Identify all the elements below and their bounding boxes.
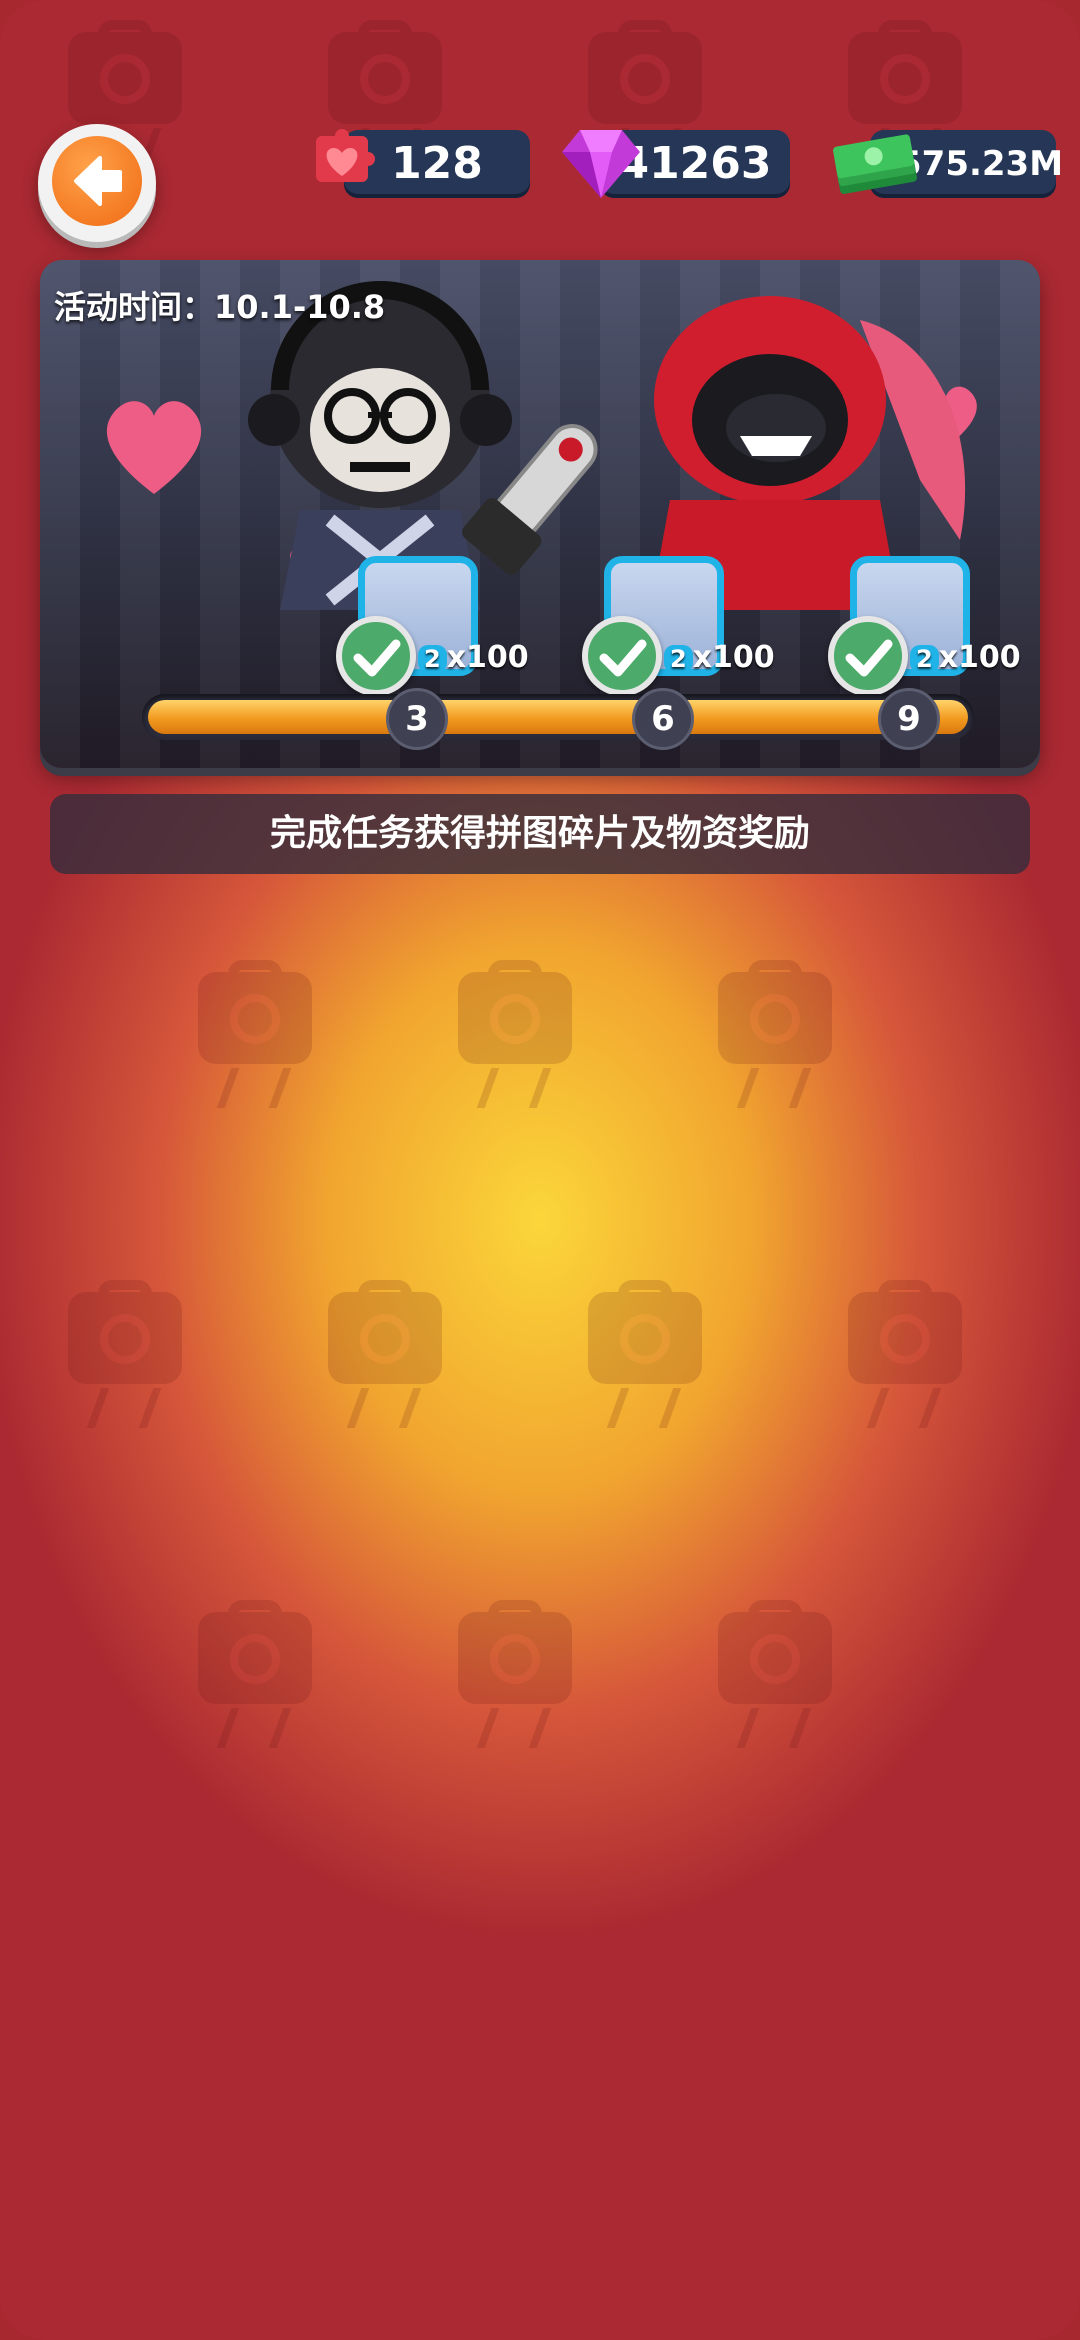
event-banner: 活动时间：10.1-10.8 2 x100 2 x100 2 x100 3 6 … [40,260,1040,768]
lunchbox-pattern-icon [450,960,580,1120]
progress-fill [148,700,968,734]
reward-quantity: x100 [692,640,775,675]
reward-quantity: x100 [446,640,529,675]
back-arrow-icon [74,156,122,206]
claimed-check-badge [828,616,908,696]
milestone-marker: 9 [878,688,940,750]
check-icon [599,639,647,677]
lunchbox-pattern-icon [450,1600,580,1760]
lunchbox-pattern-icon [190,960,320,1120]
check-icon [845,639,893,677]
cash-stack-icon [833,134,917,194]
reward-multiplier: 2 [418,645,447,673]
chainsaw-illustration [462,424,598,575]
reward-box[interactable]: 2 x100 [336,556,529,696]
lunchbox-pattern-icon [710,1600,840,1760]
claimed-check-badge [582,616,662,696]
reward-box[interactable]: 2 x100 [828,556,1021,696]
claimed-check-badge [336,616,416,696]
reward-quantity: x100 [938,640,1021,675]
back-button[interactable] [38,124,156,242]
lunchbox-pattern-icon [320,1280,450,1440]
event-time-label: 活动时间：10.1-10.8 [54,288,386,326]
gem-icon [562,130,640,198]
check-icon [353,639,401,677]
reward-multiplier: 2 [664,645,693,673]
event-progress-bar [142,694,974,740]
lunchbox-pattern-icon [840,1280,970,1440]
lunchbox-pattern-icon [580,1280,710,1440]
milestone-marker: 3 [386,688,448,750]
hearts-value: 128 [391,138,483,189]
task-reward-banner: 完成任务获得拼图碎片及物资奖励 [50,794,1030,874]
milestone-marker: 6 [632,688,694,750]
heart-puzzle-icon [316,129,375,182]
reward-box[interactable]: 2 x100 [582,556,775,696]
reward-multiplier: 2 [910,645,939,673]
lunchbox-pattern-icon [710,960,840,1120]
event-screen: 128 41263 575.23M 活动时间：10.1-10.8 2 x100 … [0,0,1080,2340]
lunchbox-pattern-icon [190,1600,320,1760]
heart-decoration-icon [106,401,202,494]
lunchbox-pattern-icon [60,1280,190,1440]
